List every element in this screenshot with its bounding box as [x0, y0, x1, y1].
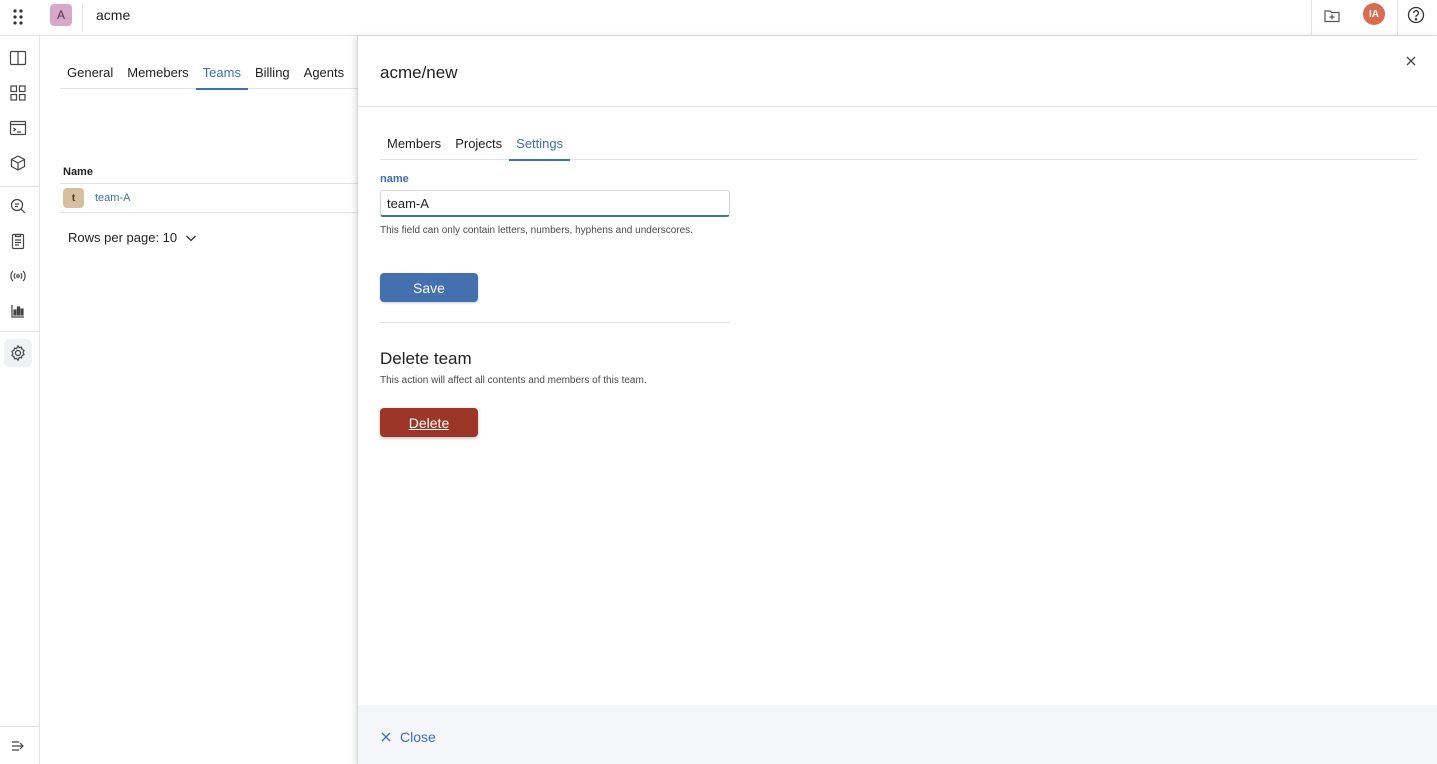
- tab-agents[interactable]: Agents: [297, 65, 351, 89]
- rows-per-page-select[interactable]: Rows per page: 10: [68, 230, 197, 245]
- name-field-label: name: [380, 173, 409, 185]
- divider: [60, 183, 360, 184]
- team-avatar: t: [63, 188, 84, 208]
- main-tabs: General Memebers Teams Billing Agents I: [60, 65, 362, 90]
- chart-icon[interactable]: [8, 301, 28, 321]
- field-help-text: This field can only contain letters, num…: [380, 225, 693, 236]
- collapse-icon[interactable]: [8, 736, 28, 756]
- clipboard-icon[interactable]: [8, 231, 28, 251]
- divider: [1311, 0, 1312, 36]
- org-name[interactable]: acme: [96, 7, 130, 23]
- panel-footer: Close: [358, 705, 1437, 764]
- book-icon[interactable]: [8, 48, 28, 68]
- tab-projects[interactable]: Projects: [448, 136, 509, 160]
- gear-icon[interactable]: [8, 343, 28, 363]
- tab-billing[interactable]: Billing: [248, 65, 297, 89]
- broadcast-icon[interactable]: [8, 266, 28, 286]
- panel-tabs: Members Projects Settings: [380, 136, 1417, 161]
- divider: [380, 322, 730, 323]
- tab-teams[interactable]: Teams: [195, 65, 249, 90]
- apps-grid-icon[interactable]: [8, 6, 28, 28]
- main-content: General Memebers Teams Billing Agents I …: [40, 36, 362, 764]
- top-bar: A acme IA: [0, 0, 1437, 36]
- delete-section-title: Delete team: [380, 349, 472, 368]
- user-avatar[interactable]: IA: [1363, 3, 1385, 25]
- cube-icon[interactable]: [8, 153, 28, 173]
- team-settings-panel: acme/new Members Projects Settings name …: [357, 36, 1437, 764]
- chevron-down-icon: [185, 232, 197, 244]
- divider: [358, 106, 1437, 107]
- team-link[interactable]: team-A: [95, 192, 130, 204]
- divider: [0, 186, 40, 187]
- column-header-name[interactable]: Name: [63, 166, 93, 178]
- delete-button[interactable]: Delete: [380, 408, 478, 437]
- tab-settings[interactable]: Settings: [509, 136, 571, 161]
- search-doc-icon[interactable]: [8, 196, 28, 216]
- divider: [82, 4, 83, 32]
- divider: [60, 212, 360, 213]
- close-button[interactable]: Close: [380, 729, 436, 745]
- help-icon[interactable]: [1406, 5, 1426, 25]
- rows-per-page-label: Rows per page: 10: [68, 230, 178, 245]
- terminal-icon[interactable]: [8, 118, 28, 138]
- dashboard-grid-icon[interactable]: [8, 83, 28, 103]
- tab-general[interactable]: General: [60, 65, 120, 89]
- org-avatar[interactable]: A: [50, 4, 72, 26]
- folder-plus-icon[interactable]: [1322, 6, 1342, 26]
- divider: [0, 726, 40, 727]
- sidebar: [0, 36, 40, 764]
- panel-title: acme/new: [380, 63, 458, 82]
- tab-members[interactable]: Memebers: [120, 65, 195, 89]
- delete-section-description: This action will affect all contents and…: [380, 375, 647, 386]
- close-icon: [380, 731, 392, 743]
- close-label: Close: [400, 729, 436, 745]
- save-button[interactable]: Save: [380, 273, 478, 302]
- tab-members[interactable]: Members: [380, 136, 448, 160]
- divider: [0, 331, 40, 332]
- close-icon[interactable]: [1404, 54, 1418, 68]
- name-field[interactable]: [380, 190, 730, 217]
- divider: [1397, 0, 1398, 36]
